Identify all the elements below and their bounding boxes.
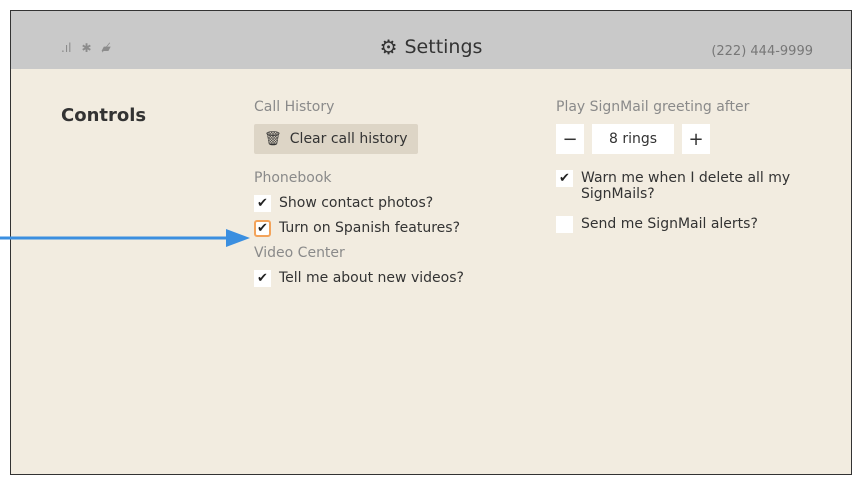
clear-call-history-button[interactable]: 🗑 Clear call history — [254, 124, 418, 154]
check-icon: ✔ — [257, 196, 268, 211]
phonebook-option-contact-photos[interactable]: ✔ Show contact photos? — [254, 195, 534, 212]
video-center-title: Video Center — [254, 245, 345, 261]
phone-number: (222) 444-9999 — [711, 44, 813, 59]
left-settings-column: Call History 🗑 Clear call history Phoneb… — [254, 99, 534, 295]
new-videos-checkbox[interactable]: ✔ — [254, 270, 271, 287]
top-bar: .ıl ✱ ▰̸ ⚙ Settings (222) 444-9999 — [11, 11, 851, 69]
page-title-text: Settings — [404, 36, 483, 58]
option-label: Turn on Spanish features? — [279, 220, 461, 236]
phonebook-title: Phonebook — [254, 170, 332, 186]
section-label: Controls — [61, 105, 147, 126]
right-settings-column: Play SignMail greeting after − 8 rings +… — [556, 99, 826, 247]
rings-value: 8 rings — [592, 124, 674, 154]
check-icon: ✔ — [257, 271, 268, 286]
check-icon: ✔ — [257, 221, 268, 236]
signmail-option-delete-warning[interactable]: ✔ Warn me when I delete all my SignMails… — [556, 170, 826, 202]
trash-icon: 🗑 — [264, 131, 282, 147]
gear-icon: ⚙ — [379, 35, 398, 59]
annotation-arrow — [0, 229, 250, 247]
check-icon: ✔ — [559, 171, 570, 186]
decrement-button[interactable]: − — [556, 124, 584, 154]
call-history-title: Call History — [254, 99, 335, 115]
increment-button[interactable]: + — [682, 124, 710, 154]
option-label: Warn me when I delete all my SignMails? — [581, 170, 791, 202]
option-label: Tell me about new videos? — [279, 270, 464, 286]
option-label: Send me SignMail alerts? — [581, 216, 758, 232]
signmail-option-alerts[interactable]: Send me SignMail alerts? — [556, 216, 826, 233]
greeting-title: Play SignMail greeting after — [556, 99, 750, 115]
delete-warning-checkbox[interactable]: ✔ — [556, 170, 573, 187]
phonebook-option-spanish[interactable]: ✔ Turn on Spanish features? — [254, 220, 534, 237]
clear-call-history-label: Clear call history — [289, 131, 408, 147]
signmail-alerts-checkbox[interactable] — [556, 216, 573, 233]
rings-stepper: − 8 rings + — [556, 124, 826, 154]
video-center-option-new-videos[interactable]: ✔ Tell me about new videos? — [254, 270, 534, 287]
spanish-features-checkbox[interactable]: ✔ — [254, 220, 271, 237]
option-label: Show contact photos? — [279, 195, 434, 211]
contact-photos-checkbox[interactable]: ✔ — [254, 195, 271, 212]
